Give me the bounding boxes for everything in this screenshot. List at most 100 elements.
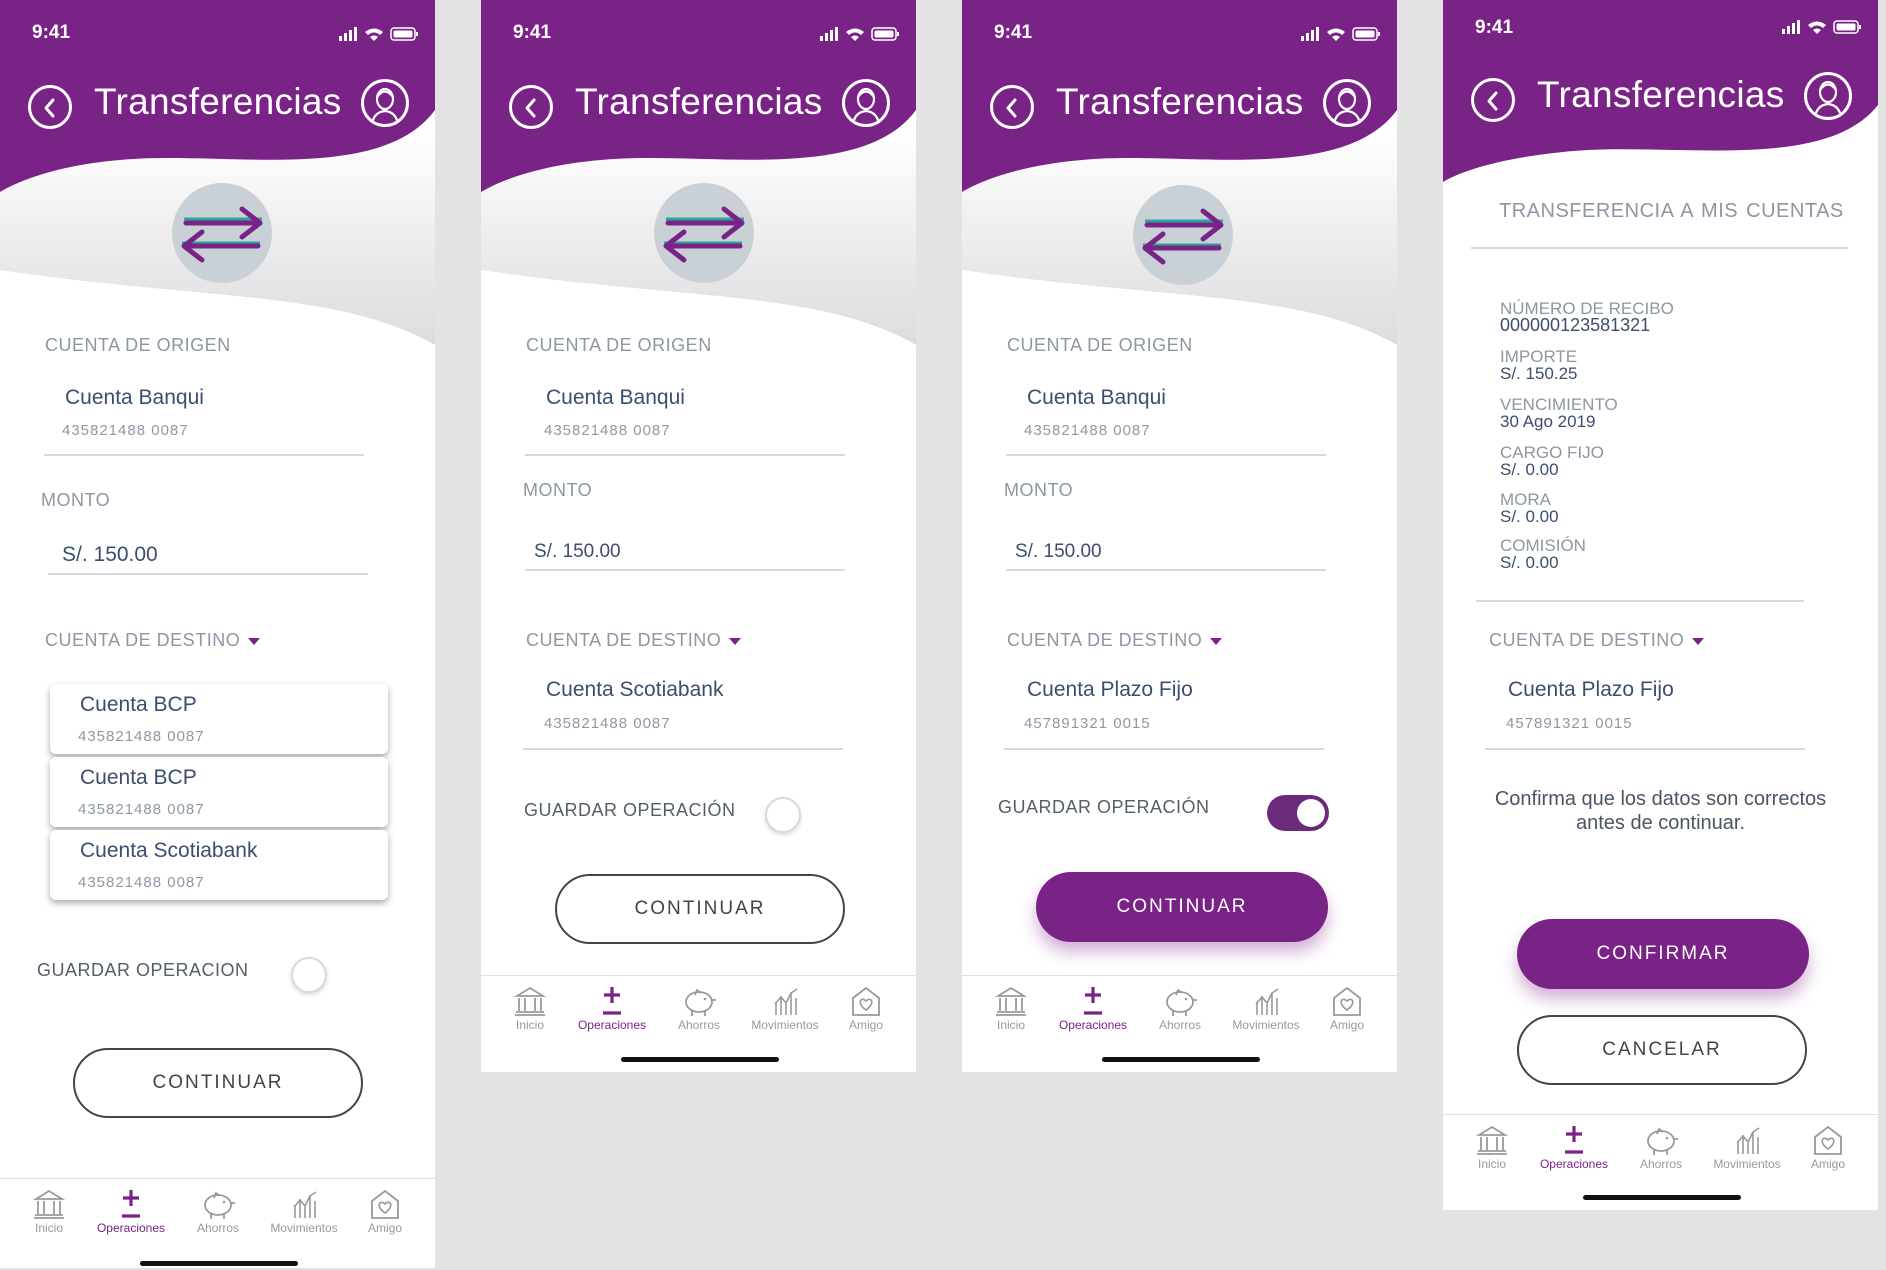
commission-label: COMISIÓN bbox=[1500, 536, 1586, 555]
tab-label: Movimientos bbox=[751, 1018, 819, 1032]
tab-inicio[interactable]: Inicio bbox=[971, 984, 1051, 1032]
back-button[interactable] bbox=[990, 85, 1034, 129]
late-fee-label: MORA bbox=[1500, 490, 1551, 509]
destination-account-name: Cuenta Scotiabank bbox=[546, 678, 724, 701]
amount-label: MONTO bbox=[1004, 480, 1074, 500]
divider bbox=[1471, 247, 1848, 249]
plus-minus-icon bbox=[603, 987, 621, 1015]
profile-avatar[interactable] bbox=[842, 79, 890, 127]
bank-icon bbox=[32, 1189, 66, 1219]
tab-operaciones[interactable]: Operaciones bbox=[572, 984, 652, 1032]
save-operation-toggle[interactable] bbox=[291, 957, 327, 993]
tab-movimientos[interactable]: Movimientos bbox=[745, 984, 825, 1032]
tab-amigo[interactable]: Amigo bbox=[1307, 984, 1387, 1032]
tab-inicio[interactable]: Inicio bbox=[1452, 1123, 1532, 1171]
status-bar: 9:41 bbox=[962, 0, 1397, 60]
option-name: Cuenta BCP bbox=[80, 693, 197, 716]
back-button[interactable] bbox=[1471, 78, 1515, 122]
amount-input[interactable]: S/. 150.00 bbox=[1015, 541, 1102, 563]
dropdown-option-2[interactable]: Cuenta BCP 435821488 0087 bbox=[50, 757, 388, 827]
origin-account-name: Cuenta Banqui bbox=[65, 386, 204, 409]
page-title: Transferencias bbox=[575, 81, 823, 122]
chevron-left-icon bbox=[1006, 98, 1017, 118]
transfer-arrows-icon bbox=[1133, 185, 1233, 285]
continue-button[interactable]: CONTINUAR bbox=[555, 874, 845, 944]
tab-bar: Inicio Operaciones Ahorros Movimientos A… bbox=[962, 975, 1397, 1055]
destination-label: CUENTA DE DESTINO bbox=[1489, 630, 1685, 650]
tab-ahorros[interactable]: Ahorros bbox=[1621, 1123, 1701, 1171]
back-button[interactable] bbox=[509, 85, 553, 129]
tab-movimientos[interactable]: Movimientos bbox=[1707, 1123, 1787, 1171]
save-operation-toggle[interactable] bbox=[1267, 795, 1329, 831]
tab-operaciones[interactable]: Operaciones bbox=[1534, 1123, 1614, 1171]
profile-avatar[interactable] bbox=[1804, 72, 1852, 120]
chevron-left-icon bbox=[525, 98, 536, 118]
arrows-icon bbox=[1142, 208, 1224, 265]
tab-ahorros[interactable]: Ahorros bbox=[1140, 984, 1220, 1032]
status-bar: 9:41 bbox=[1443, 0, 1878, 60]
friend-house-icon bbox=[371, 1189, 399, 1219]
divider bbox=[1476, 600, 1804, 602]
arrows-icon bbox=[181, 206, 263, 263]
chart-icon bbox=[293, 1191, 317, 1218]
section-title: TRANSFERENCIA A MIS CUENTAS bbox=[1499, 200, 1844, 222]
chart-icon bbox=[774, 988, 798, 1015]
destination-dropdown[interactable]: CUENTA DE DESTINO bbox=[45, 630, 261, 651]
tab-label: Inicio bbox=[515, 1018, 544, 1032]
option-name: Cuenta BCP bbox=[80, 766, 197, 789]
tab-label: Operaciones bbox=[577, 1018, 647, 1032]
continue-button[interactable]: CONTINUAR bbox=[1036, 872, 1328, 942]
tab-ahorros[interactable]: Ahorros bbox=[178, 1187, 258, 1235]
receipt-value: 000000123581321 bbox=[1500, 315, 1651, 335]
status-icons bbox=[820, 27, 899, 41]
save-operation-toggle[interactable] bbox=[765, 797, 801, 833]
tab-bar: Inicio Operaciones Ahorros Movimientos A… bbox=[481, 975, 916, 1055]
transfer-arrows-icon bbox=[654, 183, 754, 283]
divider bbox=[1485, 748, 1805, 750]
continue-button[interactable]: CONTINUAR bbox=[73, 1048, 363, 1118]
bank-icon bbox=[513, 986, 547, 1016]
cancel-button[interactable]: CANCELAR bbox=[1517, 1015, 1807, 1085]
tab-label: Inicio bbox=[996, 1018, 1025, 1032]
chevron-left-icon bbox=[44, 98, 55, 118]
tab-label: Movimientos bbox=[1713, 1157, 1781, 1171]
destination-dropdown[interactable]: CUENTA DE DESTINO bbox=[1007, 630, 1223, 651]
tab-inicio[interactable]: Inicio bbox=[9, 1187, 89, 1235]
profile-avatar[interactable] bbox=[361, 79, 409, 127]
amount-input[interactable]: S/. 150.00 bbox=[534, 541, 621, 563]
tab-movimientos[interactable]: Movimientos bbox=[264, 1187, 344, 1235]
destination-account-number: 457891321 0015 bbox=[1024, 715, 1151, 732]
tab-operaciones[interactable]: Operaciones bbox=[91, 1187, 171, 1235]
tab-amigo[interactable]: Amigo bbox=[1788, 1123, 1868, 1171]
tab-amigo[interactable]: Amigo bbox=[345, 1187, 425, 1235]
dropdown-option-1[interactable]: Cuenta BCP 435821488 0087 bbox=[50, 684, 388, 754]
transfer-arrows-icon bbox=[172, 183, 272, 283]
page-title: Transferencias bbox=[94, 81, 342, 122]
dropdown-option-3[interactable]: Cuenta Scotiabank 435821488 0087 bbox=[50, 830, 388, 900]
tab-ahorros[interactable]: Ahorros bbox=[659, 984, 739, 1032]
origin-account-number: 435821488 0087 bbox=[1024, 422, 1151, 439]
user-icon bbox=[1332, 87, 1362, 124]
destination-dropdown[interactable]: CUENTA DE DESTINO bbox=[526, 630, 742, 651]
profile-avatar[interactable] bbox=[1323, 79, 1371, 127]
tab-operaciones[interactable]: Operaciones bbox=[1053, 984, 1133, 1032]
amount-input[interactable]: S/. 150.00 bbox=[62, 543, 158, 567]
destination-dropdown[interactable]: CUENTA DE DESTINO bbox=[1489, 630, 1705, 651]
origin-account-label: CUENTA DE ORIGEN bbox=[526, 335, 712, 355]
tab-label: Ahorros bbox=[1639, 1157, 1683, 1171]
origin-account-number: 435821488 0087 bbox=[62, 422, 189, 439]
status-time: 9:41 bbox=[1475, 17, 1514, 38]
status-icons bbox=[339, 27, 418, 41]
status-time: 9:41 bbox=[513, 22, 552, 43]
tab-inicio[interactable]: Inicio bbox=[490, 984, 570, 1032]
tab-amigo[interactable]: Amigo bbox=[826, 984, 906, 1032]
tab-label: Movimientos bbox=[270, 1221, 338, 1235]
plus-minus-icon bbox=[1084, 987, 1102, 1015]
option-number: 435821488 0087 bbox=[78, 874, 205, 891]
home-indicator bbox=[140, 1261, 298, 1266]
back-button[interactable] bbox=[28, 85, 72, 129]
status-time: 9:41 bbox=[32, 22, 71, 43]
confirm-button[interactable]: CONFIRMAR bbox=[1517, 919, 1809, 989]
tab-movimientos[interactable]: Movimientos bbox=[1226, 984, 1306, 1032]
home-indicator bbox=[1102, 1057, 1260, 1062]
